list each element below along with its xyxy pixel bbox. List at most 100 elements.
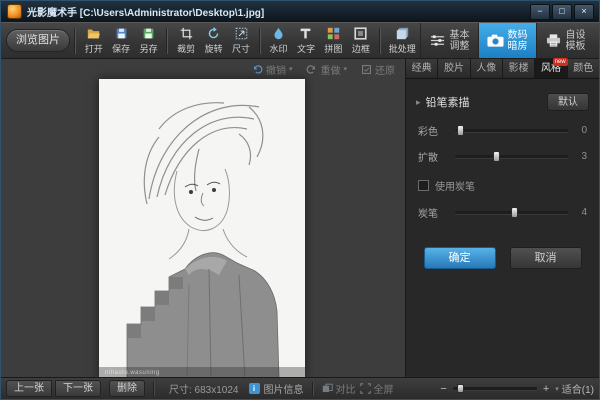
close-button[interactable]: × bbox=[574, 4, 594, 20]
image-info-button[interactable]: i 图片信息 bbox=[249, 381, 304, 396]
redo-button[interactable]: 重做 ▾ bbox=[306, 62, 347, 77]
effect-tabs: 经典 胶片 人像 影楼 风格 new 颜色 bbox=[406, 59, 599, 79]
app-logo-icon bbox=[7, 4, 22, 19]
tab-color[interactable]: 颜色 bbox=[568, 59, 599, 78]
text-button[interactable]: 文字 bbox=[292, 24, 319, 57]
cancel-button[interactable]: 取消 bbox=[510, 247, 582, 269]
batch-button[interactable]: 批处理 bbox=[385, 24, 420, 57]
charcoal-slider[interactable] bbox=[455, 211, 568, 214]
open-button[interactable]: 打开 bbox=[80, 24, 107, 57]
separator bbox=[259, 28, 261, 54]
status-bar: 上一张 下一张 删除 尺寸: 683x1024 i 图片信息 对比 全屏 − +… bbox=[1, 377, 599, 399]
tool-label: 批处理 bbox=[389, 42, 416, 55]
tool-label: 保存 bbox=[112, 42, 130, 55]
color-slider[interactable] bbox=[455, 129, 568, 132]
minimize-button[interactable]: − bbox=[530, 4, 550, 20]
tool-label: 水印 bbox=[269, 42, 287, 55]
ok-button[interactable]: 确定 bbox=[424, 247, 496, 269]
slider-handle[interactable] bbox=[493, 151, 500, 162]
zoom-slider-handle[interactable] bbox=[457, 384, 464, 393]
default-button[interactable]: 默认 bbox=[547, 93, 589, 111]
tab-classic[interactable]: 经典 bbox=[406, 59, 438, 78]
slider-value: 0 bbox=[577, 125, 587, 136]
rotate-icon bbox=[207, 27, 220, 40]
use-charcoal-checkbox[interactable] bbox=[418, 180, 429, 191]
slider-handle[interactable] bbox=[511, 207, 518, 218]
fullscreen-icon bbox=[360, 383, 371, 394]
redo-label: 重做 bbox=[320, 62, 340, 77]
zoom-out-button[interactable]: − bbox=[440, 383, 446, 395]
previous-image-button[interactable]: 上一张 bbox=[6, 380, 52, 397]
canvas-toolbar: 撤销 ▾ 重做 ▾ 还原 bbox=[1, 61, 395, 77]
crop-icon bbox=[180, 27, 193, 40]
zoom-slider[interactable] bbox=[453, 387, 537, 390]
window-title: 光影魔术手 [C:\Users\Administrator\Desktop\1.… bbox=[27, 4, 264, 19]
mode-digital-darkroom[interactable]: 数码暗房 bbox=[478, 23, 536, 58]
save-as-button[interactable]: 另存 bbox=[135, 24, 162, 57]
image-canvas-area: 撤销 ▾ 重做 ▾ 还原 bbox=[1, 59, 405, 377]
rotate-button[interactable]: 旋转 bbox=[200, 24, 227, 57]
undo-arrow-icon bbox=[252, 64, 263, 75]
fit-mode-label: 适合(1) bbox=[562, 381, 594, 396]
tool-label: 文字 bbox=[297, 42, 315, 55]
caret-down-icon: ▾ bbox=[343, 65, 347, 73]
water-drop-icon bbox=[272, 27, 285, 40]
folder-open-icon bbox=[87, 27, 100, 40]
photo-canvas: nihaotu.wasuning bbox=[99, 79, 305, 377]
resize-button[interactable]: 尺寸 bbox=[227, 24, 254, 57]
slider-label: 扩散 bbox=[418, 149, 446, 164]
save-button[interactable]: 保存 bbox=[107, 24, 134, 57]
zoom-controls: − + ▾ 适合(1) bbox=[440, 381, 594, 396]
watermark-button[interactable]: 水印 bbox=[265, 24, 292, 57]
photo-watermark: nihaotu.wasuning bbox=[105, 370, 160, 376]
zoom-in-button[interactable]: + bbox=[543, 383, 549, 395]
save-disk-icon bbox=[115, 27, 128, 40]
undo-button[interactable]: 撤销 ▾ bbox=[252, 62, 293, 77]
tool-label: 另存 bbox=[140, 42, 158, 55]
fit-mode-dropdown[interactable]: ▾ 适合(1) bbox=[555, 381, 594, 396]
slider-value: 4 bbox=[577, 207, 587, 218]
tab-portrait[interactable]: 人像 bbox=[471, 59, 503, 78]
border-button[interactable]: 边框 bbox=[347, 24, 374, 57]
batch-stack-icon bbox=[396, 27, 409, 40]
tool-label: 裁剪 bbox=[177, 42, 195, 55]
collage-button[interactable]: 拼图 bbox=[320, 24, 347, 57]
separator bbox=[166, 28, 168, 54]
save-as-disk-icon bbox=[142, 27, 155, 40]
tool-label: 边框 bbox=[352, 42, 370, 55]
restore-button[interactable]: 还原 bbox=[361, 62, 395, 77]
color-slider-row: 彩色 0 bbox=[418, 124, 587, 137]
browse-images-button[interactable]: 浏览图片 bbox=[6, 29, 70, 52]
slider-handle[interactable] bbox=[457, 125, 464, 136]
delete-image-button[interactable]: 删除 bbox=[109, 380, 145, 397]
fullscreen-label: 全屏 bbox=[374, 381, 394, 396]
tab-style[interactable]: 风格 new bbox=[535, 59, 567, 78]
resize-icon bbox=[235, 27, 248, 40]
mode-basic-adjust[interactable]: 基本调整 bbox=[420, 23, 478, 58]
printer-icon bbox=[545, 33, 562, 48]
maximize-button[interactable]: □ bbox=[552, 4, 572, 20]
caret-down-icon: ▾ bbox=[289, 65, 293, 73]
arrow-right-icon: ▸ bbox=[416, 97, 421, 108]
tool-label: 打开 bbox=[85, 42, 103, 55]
effect-title: 铅笔素描 bbox=[426, 94, 470, 110]
compare-button[interactable]: 对比 bbox=[322, 381, 356, 396]
diffuse-slider-row: 扩散 3 bbox=[418, 150, 587, 163]
separator bbox=[379, 28, 381, 54]
collage-grid-icon bbox=[327, 27, 340, 40]
app-window: 光影魔术手 [C:\Users\Administrator\Desktop\1.… bbox=[0, 0, 600, 400]
tool-label: 旋转 bbox=[205, 42, 223, 55]
tab-film[interactable]: 胶片 bbox=[438, 59, 470, 78]
next-image-button[interactable]: 下一张 bbox=[55, 380, 101, 397]
diffuse-slider[interactable] bbox=[455, 155, 568, 158]
crop-button[interactable]: 裁剪 bbox=[172, 24, 199, 57]
slider-label: 炭笔 bbox=[418, 205, 446, 220]
mode-custom-template[interactable]: 自设模板 bbox=[536, 23, 594, 58]
sliders-icon bbox=[429, 33, 446, 48]
compare-icon bbox=[322, 383, 333, 394]
mode-label: 数码暗房 bbox=[508, 30, 529, 52]
redo-arrow-icon bbox=[306, 64, 317, 75]
image-size-text: 尺寸: 683x1024 bbox=[169, 381, 239, 396]
tab-studio[interactable]: 影楼 bbox=[503, 59, 535, 78]
fullscreen-button[interactable]: 全屏 bbox=[360, 381, 394, 396]
